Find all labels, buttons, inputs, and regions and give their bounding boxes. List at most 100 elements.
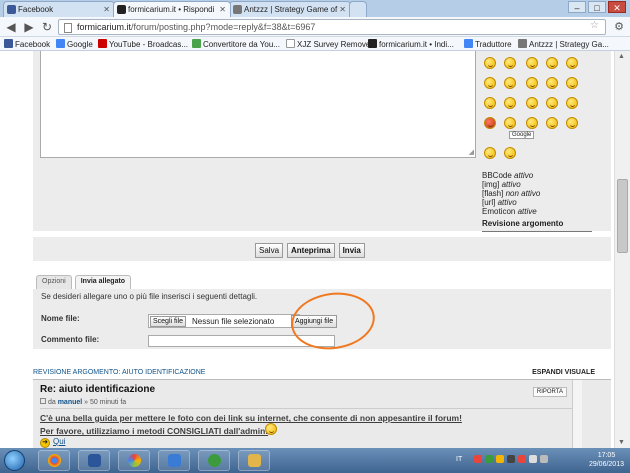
divider bbox=[40, 408, 573, 409]
sign-smiley-icon[interactable] bbox=[504, 147, 516, 159]
tray-app-icon[interactable] bbox=[474, 455, 482, 463]
taskbar-word[interactable] bbox=[78, 450, 110, 471]
tab-options[interactable]: Opzioni bbox=[36, 275, 72, 289]
tray-app-icon[interactable] bbox=[496, 455, 504, 463]
bookmark-converter[interactable]: Convertitore da You... bbox=[192, 39, 280, 49]
quote-button[interactable]: RIPORTA bbox=[532, 387, 567, 397]
maximize-button[interactable]: □ bbox=[588, 1, 606, 13]
tab-formicarium[interactable]: formicarium.it • Rispondi ✕ bbox=[113, 1, 231, 17]
scroll-up-icon[interactable]: ▲ bbox=[618, 53, 625, 60]
smiley-icon[interactable] bbox=[504, 117, 516, 129]
bookmark-google[interactable]: Google bbox=[56, 39, 93, 49]
smiley-icon[interactable] bbox=[484, 57, 496, 69]
message-textarea[interactable]: ◢ bbox=[40, 51, 476, 158]
youtube-icon bbox=[98, 39, 107, 48]
smiley-icon[interactable] bbox=[566, 57, 578, 69]
save-button[interactable]: Salva bbox=[255, 243, 284, 258]
smiley-icon[interactable] bbox=[566, 97, 578, 109]
file-input[interactable]: Scegli file Nessun file selezionato bbox=[148, 314, 300, 328]
taskbar-utorrent[interactable] bbox=[198, 450, 230, 471]
tab-facebook[interactable]: Facebook ✕ bbox=[3, 1, 115, 17]
post-author[interactable]: manuel bbox=[58, 399, 83, 406]
angry-smiley-icon[interactable] bbox=[484, 117, 496, 129]
expand-view-link[interactable]: ESPANDI VISUALE bbox=[532, 369, 595, 376]
scroll-thumb[interactable] bbox=[617, 179, 628, 253]
smiley-icon[interactable] bbox=[566, 77, 578, 89]
smiley-icon[interactable] bbox=[484, 77, 496, 89]
taskbar-picasa[interactable] bbox=[118, 450, 150, 471]
start-button[interactable] bbox=[4, 450, 25, 471]
clock-date: 29/06/2013 bbox=[588, 461, 624, 468]
topic-review-label: Revisione argomento bbox=[482, 219, 564, 228]
forward-icon[interactable]: ▶ bbox=[22, 20, 36, 34]
bookmark-label: XJZ Survey Remover bbox=[297, 40, 374, 49]
close-tab-icon[interactable]: ✕ bbox=[103, 5, 110, 14]
language-indicator[interactable]: IT bbox=[456, 456, 462, 463]
status-line-bbcode: BBCode attivo bbox=[482, 171, 534, 180]
smiley-icon[interactable] bbox=[546, 77, 558, 89]
volume-icon[interactable] bbox=[540, 455, 548, 463]
bookmark-survey-remover[interactable]: XJZ Survey Remover bbox=[286, 39, 373, 49]
review-scrollbar[interactable] bbox=[572, 380, 582, 448]
minimize-button[interactable]: – bbox=[568, 1, 586, 13]
network-icon[interactable] bbox=[529, 455, 537, 463]
smiley-icon[interactable] bbox=[546, 97, 558, 109]
tray-app-icon[interactable] bbox=[507, 455, 515, 463]
page-scrollbar[interactable]: ▲ ▼ bbox=[614, 51, 630, 448]
close-window-button[interactable]: ✕ bbox=[608, 1, 626, 13]
smiley-icon[interactable] bbox=[526, 77, 538, 89]
smiley-icon[interactable] bbox=[504, 97, 516, 109]
bookmark-youtube[interactable]: YouTube - Broadcas... bbox=[98, 39, 188, 49]
wrench-menu-icon[interactable]: ⚙ bbox=[614, 20, 624, 33]
jester-smiley-icon[interactable] bbox=[504, 77, 516, 89]
windows-taskbar: IT 17:05 29/06/2013 bbox=[0, 448, 630, 473]
taskbar-chrome[interactable] bbox=[38, 450, 70, 471]
taskbar-file-explorer[interactable] bbox=[238, 450, 270, 471]
bookmark-translator[interactable]: Traduttore bbox=[464, 39, 512, 49]
clock[interactable]: 17:05 29/06/2013 bbox=[589, 451, 624, 469]
close-tab-icon[interactable]: ✕ bbox=[339, 5, 346, 14]
smiley-icon[interactable] bbox=[546, 117, 558, 129]
tab-upload-attachment[interactable]: Invia allegato bbox=[74, 275, 132, 289]
tray-app-icon[interactable] bbox=[518, 455, 526, 463]
bookmark-star-icon[interactable]: ☆ bbox=[590, 20, 599, 31]
word-icon bbox=[88, 454, 101, 467]
file-name-label: Nome file: bbox=[41, 314, 80, 323]
smiley-icon[interactable] bbox=[484, 147, 496, 159]
tray-app-icon[interactable] bbox=[485, 455, 493, 463]
scroll-down-icon[interactable]: ▼ bbox=[618, 439, 625, 446]
smiley-icon[interactable] bbox=[526, 117, 538, 129]
close-tab-icon[interactable]: ✕ bbox=[219, 5, 226, 14]
new-tab-button[interactable] bbox=[349, 1, 367, 17]
page-content: ◢ Google BBCode attivo [img] attivo [fla… bbox=[0, 51, 614, 448]
smiley-icon[interactable] bbox=[526, 97, 538, 109]
review-post: Re: aiuto identificazione RIPORTA da man… bbox=[33, 380, 611, 448]
photo-viewer-icon bbox=[168, 454, 181, 467]
question-smiley-icon[interactable] bbox=[566, 117, 578, 129]
smiley-icon[interactable] bbox=[526, 57, 538, 69]
back-icon[interactable]: ◀ bbox=[4, 20, 18, 34]
bookmark-facebook[interactable]: Facebook bbox=[4, 39, 50, 49]
here-link[interactable]: Qui bbox=[53, 437, 65, 446]
navigation-bar: ◀ ▶ ↻ formicarium.it/forum/posting.php?m… bbox=[0, 17, 630, 37]
address-bar[interactable]: formicarium.it/forum/posting.php?mode=re… bbox=[58, 19, 606, 35]
antzzz-icon bbox=[518, 39, 527, 48]
bookmark-formicarium[interactable]: formicarium.it • Indi... bbox=[368, 39, 454, 49]
topic-review-header: REVISIONE ARGOMENTO: AIUTO IDENTIFICAZIO… bbox=[33, 368, 611, 380]
smiley-icon[interactable] bbox=[546, 57, 558, 69]
resize-grip-icon[interactable]: ◢ bbox=[469, 148, 474, 156]
reload-icon[interactable]: ↻ bbox=[40, 20, 54, 34]
tab-antzzz[interactable]: Antzzz | Strategy Game of ✕ bbox=[229, 1, 351, 17]
translate-icon bbox=[464, 39, 473, 48]
smiley-icon[interactable] bbox=[484, 97, 496, 109]
preview-button[interactable]: Anteprima bbox=[287, 243, 335, 258]
divider bbox=[482, 231, 592, 232]
bookmark-antzzz[interactable]: Antzzz | Strategy Ga... bbox=[518, 39, 609, 49]
smile-icon bbox=[265, 423, 277, 435]
submit-button[interactable]: Invia bbox=[338, 243, 365, 258]
choose-file-button[interactable]: Scegli file bbox=[150, 316, 186, 327]
bookmark-label: Antzzz | Strategy Ga... bbox=[529, 40, 609, 49]
smiley-icon[interactable] bbox=[504, 57, 516, 69]
taskbar-photo-viewer[interactable] bbox=[158, 450, 190, 471]
facebook-icon bbox=[4, 39, 13, 48]
